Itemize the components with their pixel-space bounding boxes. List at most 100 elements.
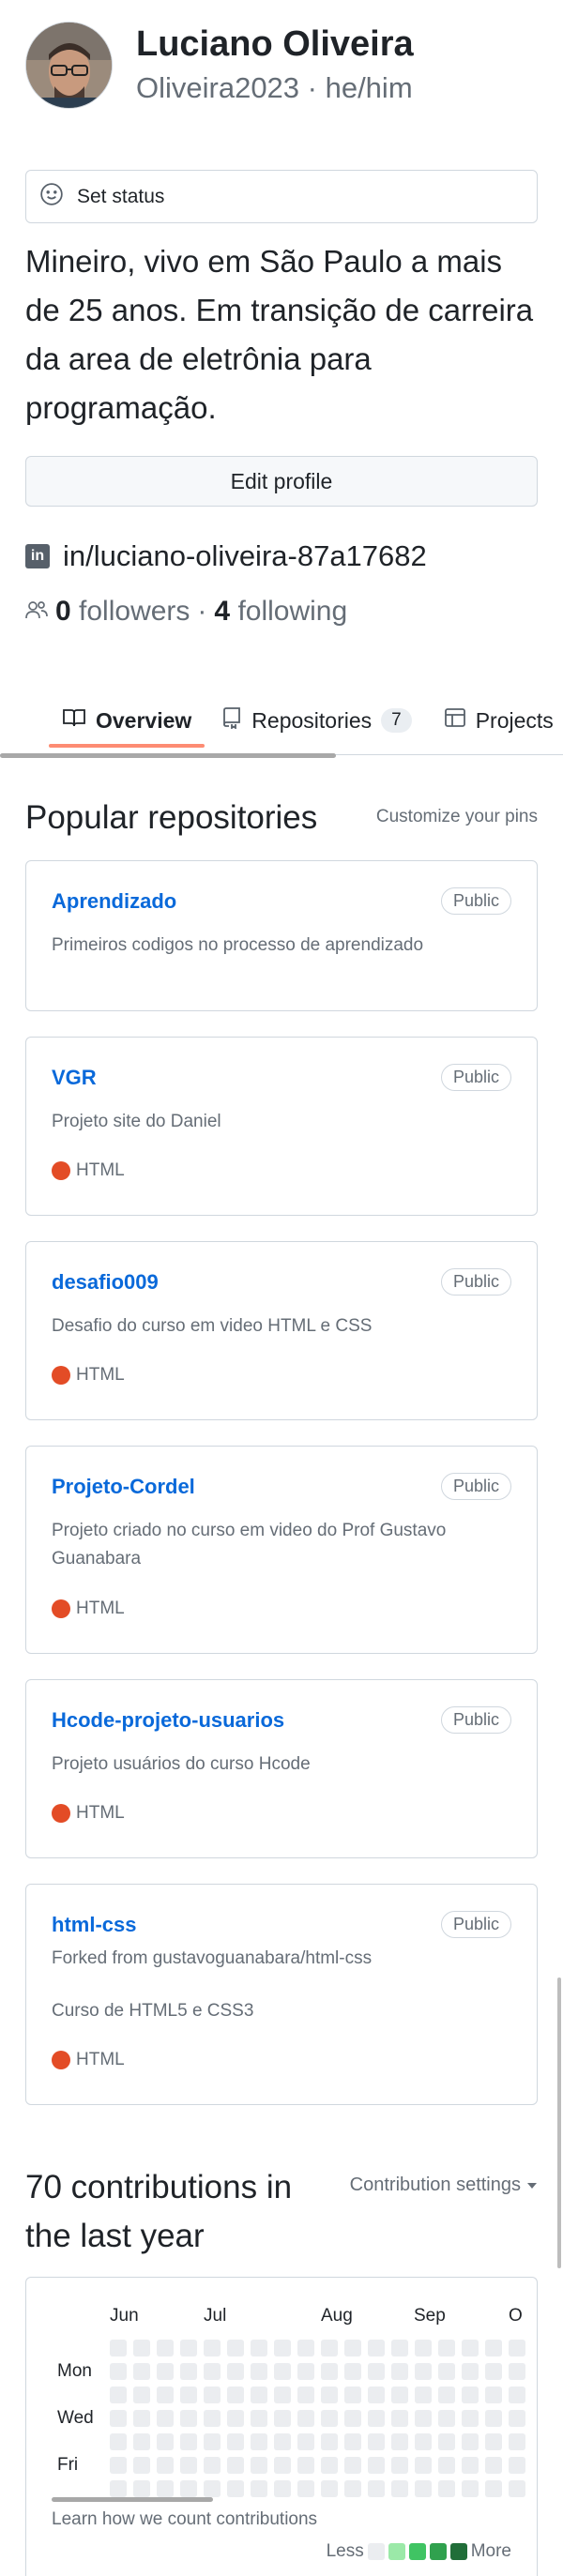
contribution-day-cell[interactable] — [485, 2387, 502, 2403]
contribution-day-cell[interactable] — [180, 2410, 197, 2427]
contribution-day-cell[interactable] — [251, 2340, 267, 2356]
avatar[interactable] — [25, 22, 113, 109]
contribution-day-cell[interactable] — [485, 2363, 502, 2380]
contribution-day-cell[interactable] — [110, 2480, 127, 2497]
contribution-day-cell[interactable] — [415, 2480, 432, 2497]
contribution-day-cell[interactable] — [133, 2387, 150, 2403]
contribution-day-cell[interactable] — [462, 2480, 479, 2497]
repo-link[interactable]: VGR — [52, 1066, 97, 1090]
contribution-day-cell[interactable] — [438, 2363, 455, 2380]
contribution-day-cell[interactable] — [485, 2410, 502, 2427]
contribution-day-cell[interactable] — [368, 2433, 385, 2450]
contribution-day-cell[interactable] — [157, 2457, 174, 2474]
contribution-day-cell[interactable] — [110, 2457, 127, 2474]
followers-link[interactable]: 0 followers — [55, 596, 190, 628]
contribution-day-cell[interactable] — [157, 2433, 174, 2450]
contribution-day-cell[interactable] — [438, 2410, 455, 2427]
contribution-settings-button[interactable]: Contribution settings — [350, 2174, 538, 2196]
contribution-day-cell[interactable] — [485, 2480, 502, 2497]
contribution-day-cell[interactable] — [415, 2457, 432, 2474]
contribution-day-cell[interactable] — [133, 2480, 150, 2497]
contribution-day-cell[interactable] — [415, 2410, 432, 2427]
set-status-button[interactable]: Set status — [25, 170, 538, 223]
contribution-day-cell[interactable] — [391, 2457, 408, 2474]
contribution-day-cell[interactable] — [180, 2457, 197, 2474]
page-scrollbar[interactable] — [557, 1977, 561, 2268]
contribution-day-cell[interactable] — [344, 2457, 361, 2474]
contribution-day-cell[interactable] — [415, 2433, 432, 2450]
contribution-day-cell[interactable] — [274, 2410, 291, 2427]
contribution-day-cell[interactable] — [344, 2363, 361, 2380]
contribution-day-cell[interactable] — [110, 2340, 127, 2356]
contribution-day-cell[interactable] — [438, 2457, 455, 2474]
repo-link[interactable]: html-css — [52, 1913, 136, 1937]
contribution-day-cell[interactable] — [180, 2363, 197, 2380]
contribution-day-cell[interactable] — [415, 2363, 432, 2380]
contribution-day-cell[interactable] — [227, 2433, 244, 2450]
contribution-day-cell[interactable] — [204, 2480, 221, 2497]
contribution-day-cell[interactable] — [368, 2387, 385, 2403]
contribution-day-cell[interactable] — [391, 2480, 408, 2497]
contribution-day-cell[interactable] — [438, 2340, 455, 2356]
contribution-day-cell[interactable] — [251, 2363, 267, 2380]
contribution-day-cell[interactable] — [321, 2363, 338, 2380]
contribution-day-cell[interactable] — [391, 2387, 408, 2403]
following-link[interactable]: 4 following — [214, 596, 347, 628]
contribution-day-cell[interactable] — [368, 2457, 385, 2474]
contribution-day-cell[interactable] — [274, 2433, 291, 2450]
contribution-day-cell[interactable] — [297, 2480, 314, 2497]
contribution-day-cell[interactable] — [438, 2480, 455, 2497]
contribution-day-cell[interactable] — [180, 2433, 197, 2450]
tab-repositories[interactable]: Repositories 7 — [208, 682, 424, 759]
contribution-day-cell[interactable] — [344, 2480, 361, 2497]
contribution-day-cell[interactable] — [110, 2387, 127, 2403]
contribution-day-cell[interactable] — [251, 2410, 267, 2427]
contribution-day-cell[interactable] — [438, 2387, 455, 2403]
contribution-day-cell[interactable] — [321, 2433, 338, 2450]
contribution-day-cell[interactable] — [204, 2340, 221, 2356]
contribution-day-cell[interactable] — [227, 2387, 244, 2403]
contribution-day-cell[interactable] — [227, 2410, 244, 2427]
linkedin-link[interactable]: in in/luciano-oliveira-87a17682 — [25, 539, 427, 573]
contribution-day-cell[interactable] — [133, 2410, 150, 2427]
contribution-day-cell[interactable] — [391, 2410, 408, 2427]
contribution-day-cell[interactable] — [509, 2457, 525, 2474]
contribution-day-cell[interactable] — [509, 2410, 525, 2427]
contribution-day-cell[interactable] — [251, 2387, 267, 2403]
contribution-day-cell[interactable] — [297, 2410, 314, 2427]
contribution-day-cell[interactable] — [157, 2340, 174, 2356]
contribution-day-cell[interactable] — [509, 2363, 525, 2380]
contribution-day-cell[interactable] — [462, 2340, 479, 2356]
repo-link[interactable]: Hcode-projeto-usuarios — [52, 1708, 284, 1733]
contribution-day-cell[interactable] — [391, 2433, 408, 2450]
contribution-day-cell[interactable] — [133, 2340, 150, 2356]
contribution-day-cell[interactable] — [391, 2363, 408, 2380]
contribution-day-cell[interactable] — [204, 2433, 221, 2450]
contribution-day-cell[interactable] — [227, 2363, 244, 2380]
repo-link[interactable]: desafio009 — [52, 1270, 159, 1295]
contribution-day-cell[interactable] — [344, 2410, 361, 2427]
contribution-day-cell[interactable] — [204, 2410, 221, 2427]
contribution-day-cell[interactable] — [133, 2457, 150, 2474]
contribution-day-cell[interactable] — [321, 2457, 338, 2474]
contribution-day-cell[interactable] — [133, 2363, 150, 2380]
contribution-day-cell[interactable] — [462, 2433, 479, 2450]
contribution-day-cell[interactable] — [180, 2340, 197, 2356]
contribution-day-cell[interactable] — [274, 2340, 291, 2356]
contribution-day-cell[interactable] — [251, 2457, 267, 2474]
tabs-scrollbar[interactable] — [0, 753, 336, 758]
customize-pins-link[interactable]: Customize your pins — [376, 807, 538, 827]
contribution-day-cell[interactable] — [297, 2457, 314, 2474]
contribution-day-cell[interactable] — [509, 2340, 525, 2356]
contribution-day-cell[interactable] — [274, 2387, 291, 2403]
contribution-day-cell[interactable] — [204, 2363, 221, 2380]
contribution-day-cell[interactable] — [344, 2433, 361, 2450]
repo-link[interactable]: Aprendizado — [52, 889, 176, 914]
repo-link[interactable]: Projeto-Cordel — [52, 1475, 195, 1499]
contribution-day-cell[interactable] — [321, 2340, 338, 2356]
contribution-day-cell[interactable] — [368, 2363, 385, 2380]
edit-profile-button[interactable]: Edit profile — [25, 456, 538, 507]
contribution-day-cell[interactable] — [391, 2340, 408, 2356]
contribution-day-cell[interactable] — [368, 2480, 385, 2497]
contribution-day-cell[interactable] — [485, 2433, 502, 2450]
